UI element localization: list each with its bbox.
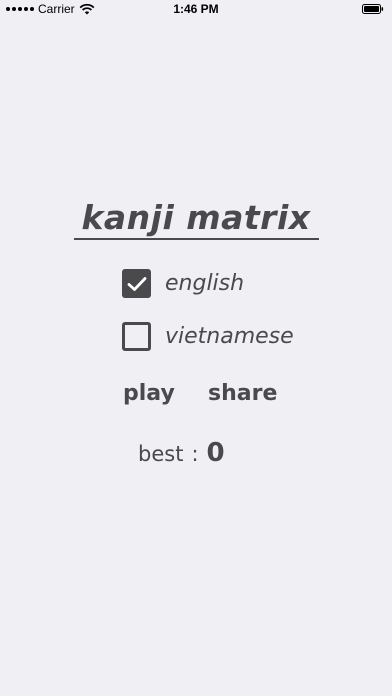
english-checkbox[interactable] (122, 269, 151, 298)
checkmark-icon (127, 276, 146, 291)
english-label: english (165, 271, 245, 296)
best-score-label: best (138, 442, 184, 466)
status-bar: Carrier 1:46 PM (0, 0, 392, 20)
battery-icon (362, 4, 384, 14)
share-button[interactable]: share (208, 381, 277, 406)
app-title: kanji matrix (81, 198, 311, 237)
best-score: best : 0 (138, 438, 225, 468)
option-vietnamese[interactable]: vietnamese (122, 322, 294, 351)
play-button[interactable]: play (123, 381, 175, 406)
option-english[interactable]: english (122, 269, 244, 298)
status-time: 1:46 PM (173, 2, 219, 16)
vietnamese-label: vietnamese (165, 324, 294, 349)
best-score-value: 0 (206, 438, 225, 468)
title-underline (74, 238, 319, 240)
best-score-separator: : (191, 442, 199, 466)
vietnamese-checkbox[interactable] (122, 322, 151, 351)
